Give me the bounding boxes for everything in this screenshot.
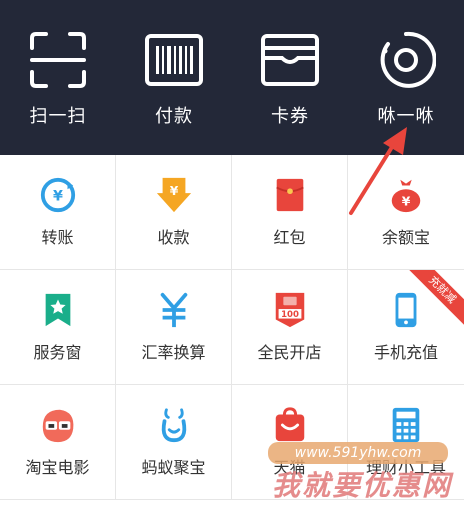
annotation-arrow-icon bbox=[349, 127, 407, 215]
watermark-url: www.591yhw.com bbox=[268, 442, 448, 464]
yuan-exchange-icon bbox=[160, 292, 187, 328]
transfer-icon: ¥ bbox=[40, 177, 75, 213]
receive-money-icon: ¥ bbox=[156, 177, 191, 213]
movie-mascot-icon bbox=[42, 409, 73, 443]
grid-item-ant-fortune[interactable]: 蚂蚁聚宝 bbox=[116, 385, 232, 500]
grid-item-movie[interactable]: 淘宝电影 bbox=[0, 385, 116, 500]
watermark-slogan: 我就要优惠网 bbox=[271, 469, 452, 502]
calculator-icon bbox=[392, 407, 420, 443]
grid-label: 收款 bbox=[157, 228, 190, 247]
grid-label: 蚂蚁聚宝 bbox=[141, 458, 206, 477]
cards-button[interactable]: 卡券 bbox=[232, 0, 348, 155]
grid-label: 转账 bbox=[41, 228, 74, 247]
ant-fortune-icon bbox=[161, 408, 186, 443]
grid-item-service-window[interactable]: 服务窗 bbox=[0, 270, 116, 385]
cards-label: 卡券 bbox=[271, 106, 309, 127]
svg-text:100: 100 bbox=[281, 310, 299, 320]
grid-label: 全民开店 bbox=[257, 343, 322, 362]
grid-label: 红包 bbox=[273, 228, 306, 247]
grid-label: 汇率换算 bbox=[141, 343, 206, 362]
red-envelope-icon bbox=[275, 178, 304, 212]
grid-label: 淘宝电影 bbox=[25, 458, 90, 477]
grid-item-receive[interactable]: ¥ 收款 bbox=[116, 155, 232, 270]
store-100-icon: 100 bbox=[275, 292, 304, 328]
grid-item-open-store[interactable]: 100 全民开店 bbox=[232, 270, 348, 385]
radar-icon bbox=[380, 31, 436, 88]
grid-item-redpacket[interactable]: 红包 bbox=[232, 155, 348, 270]
scan-icon bbox=[30, 32, 86, 88]
scan-label: 扫一扫 bbox=[29, 106, 87, 127]
tmall-bag-icon bbox=[275, 407, 304, 442]
bookmark-star-icon bbox=[45, 293, 70, 327]
promo-ribbon: 充就减 bbox=[403, 270, 464, 329]
grid-item-exchange[interactable]: 汇率换算 bbox=[116, 270, 232, 385]
grid-label: 余额宝 bbox=[381, 228, 430, 247]
wallet-icon bbox=[261, 34, 319, 86]
pay-label: 付款 bbox=[155, 106, 193, 127]
pay-button[interactable]: 付款 bbox=[116, 0, 232, 155]
promo-ribbon-container: 充就减 bbox=[348, 270, 464, 385]
grid-item-transfer[interactable]: ¥ 转账 bbox=[0, 155, 116, 270]
scan-button[interactable]: 扫一扫 bbox=[0, 0, 116, 155]
barcode-icon bbox=[145, 34, 203, 86]
svg-text:¥: ¥ bbox=[169, 184, 178, 198]
grid-label: 服务窗 bbox=[33, 343, 82, 362]
svg-text:¥: ¥ bbox=[53, 189, 63, 205]
